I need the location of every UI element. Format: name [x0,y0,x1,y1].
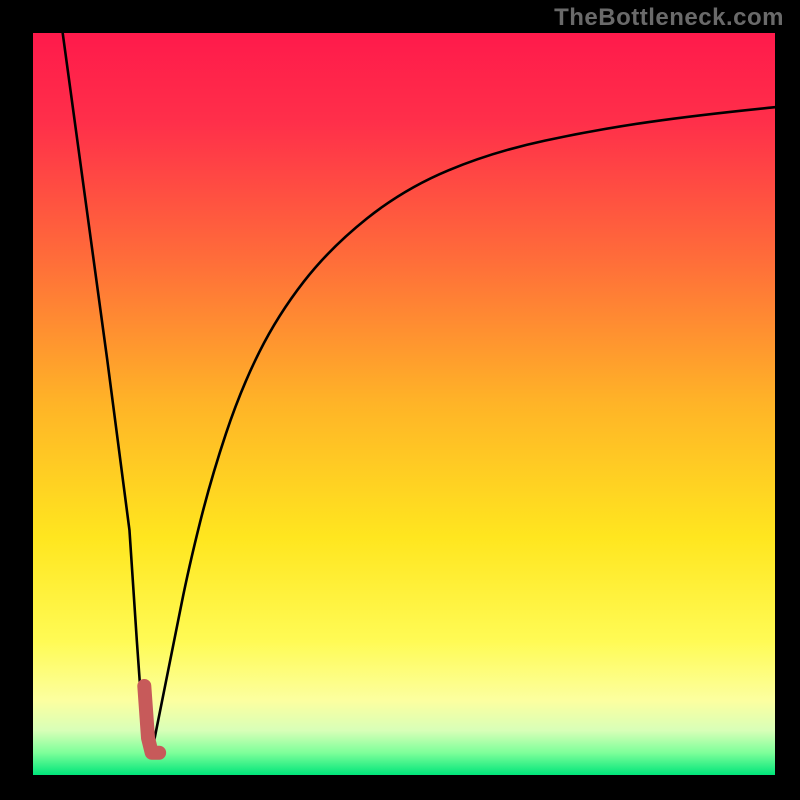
bottleneck-chart [0,0,800,800]
watermark-text: TheBottleneck.com [554,4,784,32]
chart-container: TheBottleneck.com [0,0,800,800]
chart-plot-area [33,33,775,775]
